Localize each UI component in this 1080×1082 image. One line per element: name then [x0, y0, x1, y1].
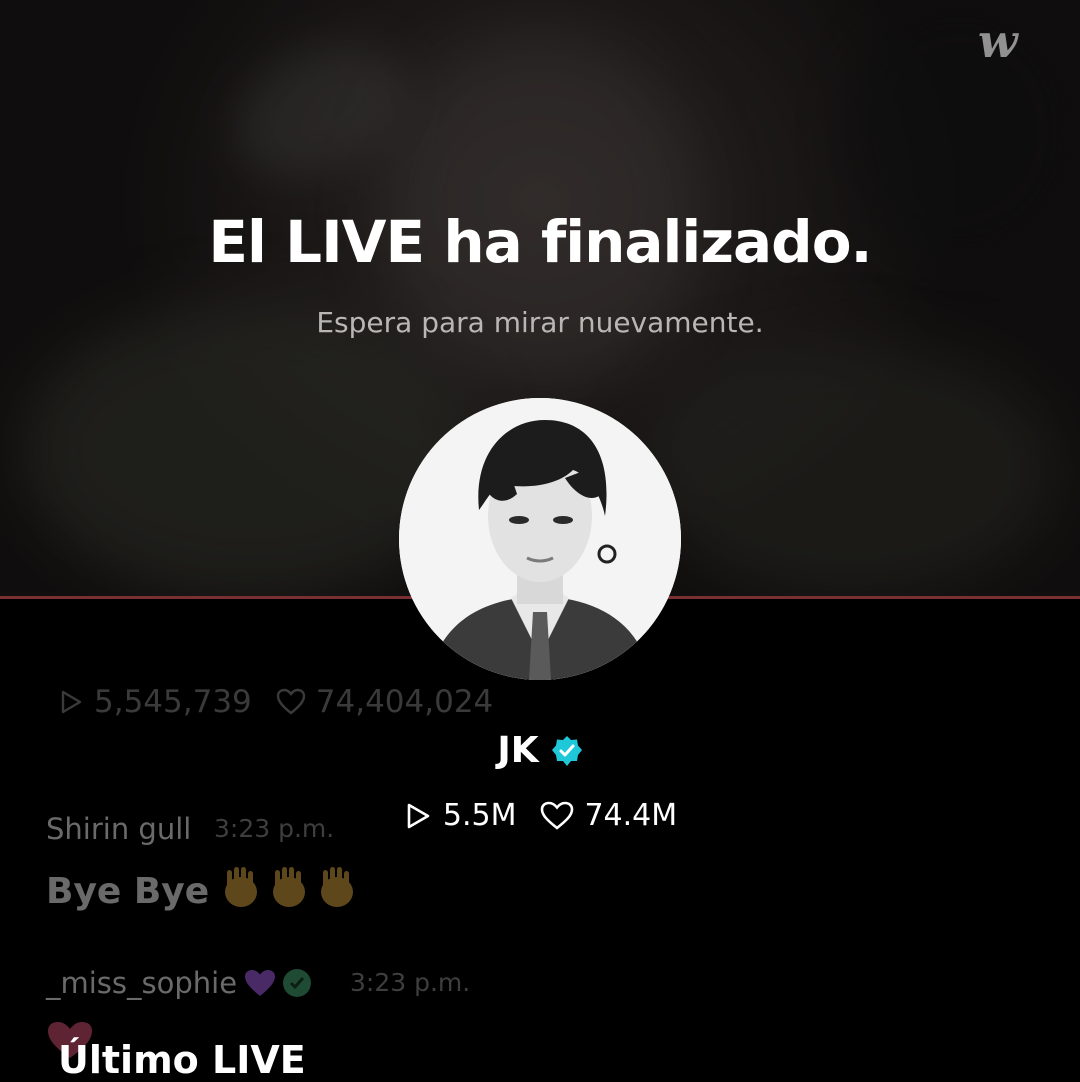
verified-green-icon — [283, 969, 312, 997]
purple-heart-icon — [245, 970, 276, 996]
play-icon — [407, 803, 430, 828]
chat-message: Bye Bye — [46, 864, 367, 919]
likes-stat: 74.4M — [540, 798, 677, 833]
last-live-heading: Último LIVE — [58, 1038, 306, 1082]
profile-name-text: JK — [497, 730, 539, 771]
waving-hands-emoji — [217, 864, 367, 919]
plays-stat: 5.5M — [403, 798, 517, 833]
chat-timestamp: 3:23 p.m. — [350, 968, 471, 997]
chat-username-text: _miss_sophie — [46, 966, 238, 1000]
likes-count: 74.4M — [584, 798, 678, 833]
plays-count: 5.5M — [442, 798, 517, 833]
background-plays: 5,545,739 — [94, 684, 252, 720]
live-ended-subtitle: Espera para mirar nuevamente. — [316, 306, 764, 339]
verified-badge-icon — [551, 735, 582, 766]
background-likes: 74,404,024 — [315, 684, 494, 720]
heart-outline-icon — [276, 688, 305, 715]
profile-stats: 5.5M 74.4M — [0, 798, 1080, 833]
profile-name[interactable]: JK — [0, 730, 1080, 771]
profile-avatar[interactable] — [399, 398, 681, 680]
weverse-logo: w — [978, 14, 1018, 68]
heart-outline-icon — [541, 801, 574, 830]
avatar-photo — [399, 398, 681, 680]
chat-username: _miss_sophie — [46, 966, 313, 1000]
live-ended-title: El LIVE ha finalizado. — [208, 208, 872, 276]
play-icon — [61, 690, 82, 714]
background-stats: 5,545,739 74,404,024 — [58, 684, 493, 720]
chat-message-text: Bye Bye — [46, 871, 210, 912]
